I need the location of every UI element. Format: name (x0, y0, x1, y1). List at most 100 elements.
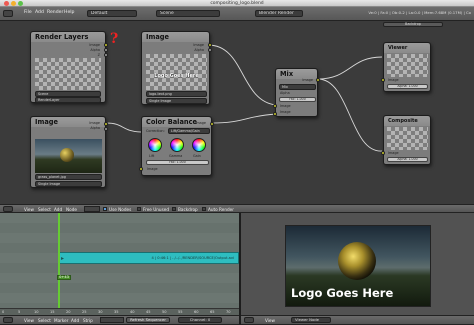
menu-view[interactable]: View (24, 207, 34, 212)
source-field[interactable]: Single Image (35, 181, 102, 187)
current-frame-line[interactable] (58, 213, 60, 308)
channel-field[interactable]: Channel: 0 (178, 317, 222, 323)
tick-label: 60 (194, 310, 199, 314)
menu-node[interactable]: Node (66, 207, 77, 212)
image-output-socket[interactable] (104, 122, 108, 126)
preview-header: View Viewer Node (241, 315, 474, 325)
viewer-alpha-field[interactable]: Alpha: 1.000 (387, 84, 428, 89)
image-output-socket[interactable] (104, 43, 108, 47)
menu-file[interactable]: File (24, 10, 32, 15)
use-nodes-label: Use Nodes (109, 207, 132, 212)
output-image-label: Image (195, 121, 206, 125)
menu-help[interactable]: Help (64, 10, 74, 15)
render-layers-node[interactable]: Render Layers Image Alpha Z Scene Render… (30, 31, 108, 103)
menu-add[interactable]: Add (54, 207, 62, 212)
use-nodes-checkbox[interactable] (103, 207, 107, 211)
link-logo-to-mix (207, 44, 277, 106)
node-editor[interactable]: Render Layers Image Alpha Z Scene Render… (0, 21, 474, 204)
correction-selector[interactable]: Lift/Gamma/Gain (168, 128, 210, 134)
logo-preview-text: Logo Goes Here (154, 73, 199, 79)
alpha-output-socket[interactable] (208, 48, 212, 52)
tick-label: 50 (162, 310, 167, 314)
logo-text-overlay: Logo Goes Here (291, 286, 394, 300)
tree-type-icons[interactable] (84, 206, 100, 212)
mix-fac-field[interactable]: Fac: 1.000 (279, 97, 316, 102)
editor-type-icon[interactable] (3, 317, 13, 323)
image-output-socket[interactable] (208, 43, 212, 47)
editor-type-icon[interactable] (244, 317, 254, 323)
image-output-socket[interactable] (210, 122, 214, 126)
tick-label: 35 (114, 310, 119, 314)
menu-strip[interactable]: Strip (83, 318, 93, 323)
image-output-socket[interactable] (316, 78, 320, 82)
composite-node[interactable]: Composite Image Alpha: 1.000 (381, 115, 431, 165)
free-unused-checkbox[interactable] (137, 207, 141, 211)
lift-color-wheel[interactable] (148, 138, 162, 152)
frame-ruler: 0 5 10 15 20 25 30 35 40 45 50 55 60 65 … (0, 308, 239, 315)
info-header: File Add Render Help Default Scene Blend… (0, 7, 474, 21)
title-bar: compositing_logo.blend (0, 0, 474, 7)
menu-view[interactable]: View (265, 318, 275, 323)
viewer-node[interactable]: Viewer Image Alpha: 1.000 (381, 42, 431, 92)
menu-render[interactable]: Render (47, 10, 63, 15)
auto-render-checkbox[interactable] (202, 207, 206, 211)
menu-select[interactable]: Select (38, 207, 51, 212)
color-balance-node[interactable]: Color Balance Image Correction: Lift/Gam… (139, 116, 214, 176)
layout-selector[interactable]: Default (87, 10, 137, 17)
render-preview (35, 58, 101, 90)
sequencer-header: View Select Marker Add Strip Refresh Seq… (0, 315, 239, 325)
movie-strip[interactable]: ▸ 4 | 0:46:1 | ../../../RENDER/SOURCE/Ou… (58, 252, 239, 264)
gain-color-wheel[interactable] (192, 138, 206, 152)
refresh-sequencer-button[interactable]: Refresh Sequencer (126, 317, 170, 323)
image-input-socket[interactable] (139, 167, 143, 171)
gamma-color-wheel[interactable] (170, 138, 184, 152)
render-engine-selector[interactable]: Blender Render (255, 10, 303, 17)
tick-label: 30 (98, 310, 103, 314)
tick-label: 55 (178, 310, 183, 314)
use-alpha-checkbox[interactable]: Alpha (280, 91, 290, 95)
menu-view[interactable]: View (24, 318, 34, 323)
backdrop-checkbox[interactable] (172, 207, 176, 211)
source-field[interactable]: Single Image (146, 98, 207, 104)
editor-type-icon[interactable] (3, 206, 13, 212)
image-input-socket[interactable] (381, 151, 385, 155)
blend-mode-selector[interactable]: Mix (279, 84, 316, 90)
composite-alpha-field[interactable]: Alpha: 1.000 (387, 157, 428, 162)
link-image-to-colorbalance (105, 122, 142, 133)
menu-marker[interactable]: Marker (54, 318, 68, 323)
layer-field[interactable]: RenderLayer (35, 97, 101, 103)
viewer-mode-selector[interactable]: Viewer Node (291, 317, 331, 323)
scene-selector[interactable]: Scene (156, 10, 220, 17)
alpha-output-socket[interactable] (104, 127, 108, 131)
z-output-socket[interactable] (104, 53, 108, 57)
image-input-socket[interactable] (381, 78, 385, 82)
menu-add[interactable]: Add (71, 318, 79, 323)
backdrop-toggle[interactable]: Backdrop (383, 22, 443, 27)
tick-label: 70 (226, 310, 231, 314)
node-editor-header: View Select Add Node Use Nodes Free Unus… (0, 204, 474, 213)
image-input-socket-2[interactable] (273, 112, 277, 116)
alpha-output-socket[interactable] (104, 48, 108, 52)
scene-stats: Ve:0 | Fa:0 | Ob:0-2 | La:0-0 | Mem:7.68… (368, 10, 471, 15)
image-input-socket-1[interactable] (273, 104, 277, 108)
fac-field[interactable]: Fac: 1.000 (146, 160, 209, 165)
image-logo-title: Image (142, 32, 209, 42)
tick-label: 10 (34, 310, 39, 314)
image-file-field[interactable]: logo-text.png (146, 91, 207, 97)
image-bg-preview (35, 139, 102, 173)
sequencer-editor[interactable]: ▸ 4 | 0:46:1 | ../../../RENDER/SOURCE/Ou… (0, 213, 239, 315)
tick-label: 5 (18, 310, 21, 314)
menu-add[interactable]: Add (35, 10, 44, 15)
tick-label: 15 (50, 310, 55, 314)
view-type-icons[interactable] (100, 317, 124, 323)
mix-node[interactable]: Mix Image Mix Alpha Fac: 1.000 Image Ima… (273, 68, 320, 117)
menu-select[interactable]: Select (38, 318, 51, 323)
viewer-preview (387, 54, 428, 77)
composite-title: Composite (384, 116, 430, 126)
image-file-field[interactable]: grass_planet.jpg (35, 174, 102, 180)
image-bg-node[interactable]: Image Image Alpha grass_planet.jpg Singl… (30, 116, 108, 188)
image-logo-node[interactable]: Image Image Alpha Logo Goes Here logo-te… (141, 31, 212, 105)
input-image-2-label: Image (280, 110, 291, 114)
image-preview-area[interactable]: Logo Goes Here (241, 213, 474, 315)
editor-type-icon[interactable] (3, 10, 13, 17)
